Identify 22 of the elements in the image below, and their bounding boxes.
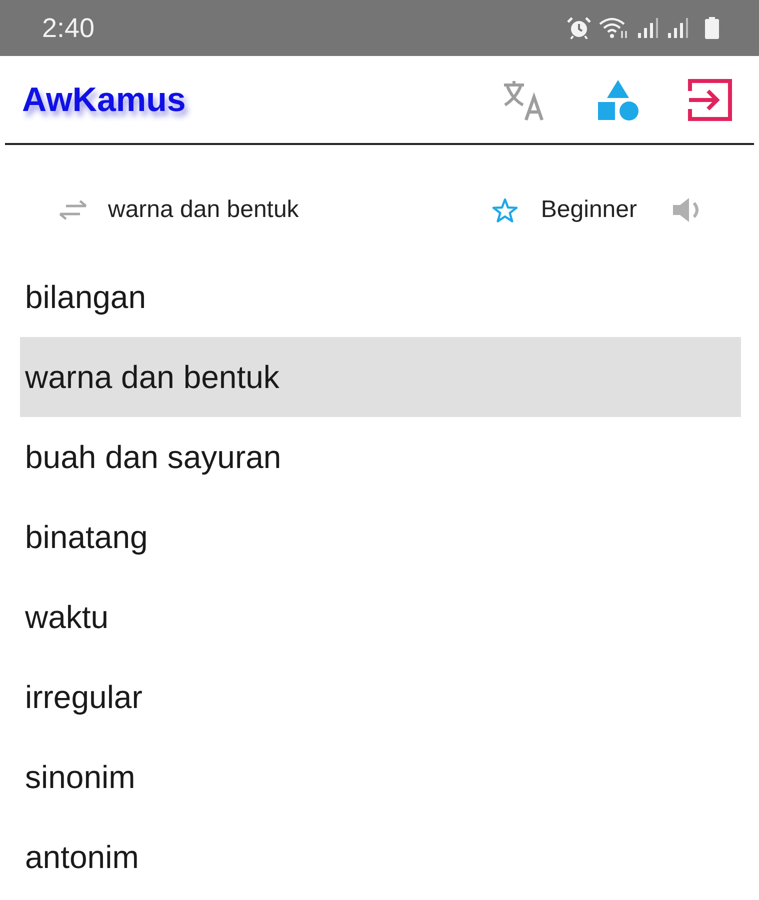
status-time: 2:40 <box>42 14 95 42</box>
exit-icon <box>687 78 733 122</box>
battery-icon <box>705 17 719 39</box>
swap-button[interactable] <box>57 198 89 222</box>
app-title: AwKamus <box>22 82 186 116</box>
difficulty-label: Beginner <box>540 198 637 222</box>
category-item[interactable]: binatang <box>20 497 741 577</box>
translate-icon <box>502 78 546 120</box>
category-item[interactable]: waktu <box>20 577 741 657</box>
shapes-icon <box>597 78 639 120</box>
alarm-clock-icon <box>567 17 591 39</box>
category-item[interactable]: sinonim <box>20 737 741 817</box>
signal-icon <box>667 18 689 38</box>
signal-icon <box>637 18 659 38</box>
topic-label: warna dan bentuk <box>108 198 299 222</box>
category-item[interactable]: irregular <box>20 657 741 737</box>
category-item[interactable]: buah dan sayuran <box>20 417 741 497</box>
swap-arrows-icon <box>58 200 88 220</box>
category-item[interactable]: antonim <box>20 817 741 897</box>
category-item[interactable]: warna dan bentuk <box>20 337 741 417</box>
wifi-icon <box>599 17 629 39</box>
category-item[interactable]: bilangan <box>20 257 741 337</box>
